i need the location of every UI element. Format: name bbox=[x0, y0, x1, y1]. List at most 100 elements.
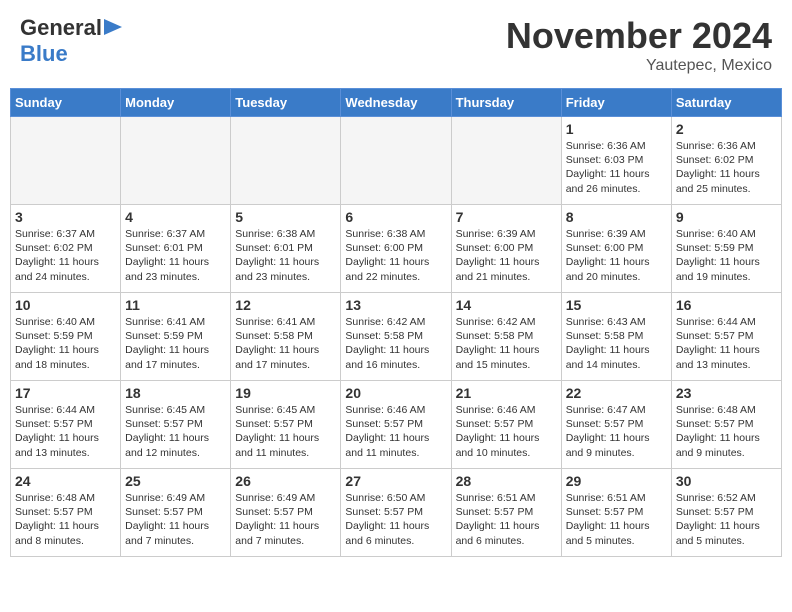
calendar-cell: 4 Sunrise: 6:37 AMSunset: 6:01 PMDaylight… bbox=[121, 205, 231, 293]
calendar-cell: 30 Sunrise: 6:52 AMSunset: 5:57 PMDayligh… bbox=[671, 469, 781, 557]
day-number: 1 bbox=[566, 121, 667, 137]
calendar-week-row: 24Sunrise: 6:48 AMSunset: 5:57 PMDayligh… bbox=[11, 469, 782, 557]
day-info: Sunrise: 6:45 AMSunset: 5:57 PMDaylight:… bbox=[125, 403, 226, 460]
day-info: Sunrise: 6:36 AMSunset: 6:02 PMDaylight:… bbox=[676, 139, 777, 196]
calendar-cell bbox=[11, 117, 121, 205]
calendar-table: SundayMondayTuesdayWednesdayThursdayFrid… bbox=[10, 88, 782, 557]
calendar-cell: 18 Sunrise: 6:45 AMSunset: 5:57 PMDayligh… bbox=[121, 381, 231, 469]
day-info: Sunrise: 6:52 AMSunset: 5:57 PMDaylight:… bbox=[676, 491, 777, 548]
calendar-week-row: 3Sunrise: 6:37 AMSunset: 6:02 PMDaylight… bbox=[11, 205, 782, 293]
calendar-header-sunday: Sunday bbox=[11, 89, 121, 117]
day-number: 7 bbox=[456, 209, 557, 225]
day-info: Sunrise: 6:39 AMSunset: 6:00 PMDaylight:… bbox=[456, 227, 557, 284]
calendar-cell: 17 Sunrise: 6:44 AMSunset: 5:57 PMDayligh… bbox=[11, 381, 121, 469]
calendar-cell bbox=[121, 117, 231, 205]
calendar-cell: 8 Sunrise: 6:39 AMSunset: 6:00 PMDaylight… bbox=[561, 205, 671, 293]
month-title: November 2024 bbox=[506, 15, 772, 57]
calendar-cell: 26Sunrise: 6:49 AMSunset: 5:57 PMDayligh… bbox=[231, 469, 341, 557]
logo-general-text: General bbox=[20, 15, 102, 41]
day-number: 14 bbox=[456, 297, 557, 313]
calendar-week-row: 17 Sunrise: 6:44 AMSunset: 5:57 PMDayligh… bbox=[11, 381, 782, 469]
logo: General Blue bbox=[20, 15, 122, 67]
day-info: Sunrise: 6:37 AMSunset: 6:02 PMDaylight:… bbox=[15, 227, 116, 284]
day-number: 20 bbox=[345, 385, 446, 401]
day-info: Sunrise: 6:37 AMSunset: 6:01 PMDaylight:… bbox=[125, 227, 226, 284]
day-number: 27 bbox=[345, 473, 446, 489]
day-number: 22 bbox=[566, 385, 667, 401]
day-info: Sunrise: 6:51 AMSunset: 5:57 PMDaylight:… bbox=[456, 491, 557, 548]
calendar-cell bbox=[451, 117, 561, 205]
calendar-cell: 9Sunrise: 6:40 AMSunset: 5:59 PMDaylight… bbox=[671, 205, 781, 293]
day-number: 12 bbox=[235, 297, 336, 313]
day-number: 26 bbox=[235, 473, 336, 489]
day-info: Sunrise: 6:42 AMSunset: 5:58 PMDaylight:… bbox=[456, 315, 557, 372]
calendar-cell: 25Sunrise: 6:49 AMSunset: 5:57 PMDayligh… bbox=[121, 469, 231, 557]
page-header: General Blue November 2024 Yautepec, Mex… bbox=[10, 10, 782, 80]
calendar-cell: 11 Sunrise: 6:41 AMSunset: 5:59 PMDayligh… bbox=[121, 293, 231, 381]
calendar-cell: 5Sunrise: 6:38 AMSunset: 6:01 PMDaylight… bbox=[231, 205, 341, 293]
calendar-cell: 16 Sunrise: 6:44 AMSunset: 5:57 PMDayligh… bbox=[671, 293, 781, 381]
calendar-cell: 10 Sunrise: 6:40 AMSunset: 5:59 PMDayligh… bbox=[11, 293, 121, 381]
calendar-cell: 1 Sunrise: 6:36 AMSunset: 6:03 PMDaylight… bbox=[561, 117, 671, 205]
day-number: 19 bbox=[235, 385, 336, 401]
day-number: 18 bbox=[125, 385, 226, 401]
calendar-cell: 2Sunrise: 6:36 AMSunset: 6:02 PMDaylight… bbox=[671, 117, 781, 205]
subtitle: Yautepec, Mexico bbox=[506, 57, 772, 75]
day-info: Sunrise: 6:43 AMSunset: 5:58 PMDaylight:… bbox=[566, 315, 667, 372]
calendar-header-tuesday: Tuesday bbox=[231, 89, 341, 117]
day-info: Sunrise: 6:50 AMSunset: 5:57 PMDaylight:… bbox=[345, 491, 446, 548]
calendar-week-row: 1 Sunrise: 6:36 AMSunset: 6:03 PMDaylight… bbox=[11, 117, 782, 205]
calendar-cell: 6 Sunrise: 6:38 AMSunset: 6:00 PMDaylight… bbox=[341, 205, 451, 293]
calendar-cell: 20 Sunrise: 6:46 AMSunset: 5:57 PMDayligh… bbox=[341, 381, 451, 469]
calendar-cell: 23 Sunrise: 6:48 AMSunset: 5:57 PMDayligh… bbox=[671, 381, 781, 469]
day-number: 29 bbox=[566, 473, 667, 489]
day-info: Sunrise: 6:44 AMSunset: 5:57 PMDaylight:… bbox=[15, 403, 116, 460]
calendar-cell: 29 Sunrise: 6:51 AMSunset: 5:57 PMDayligh… bbox=[561, 469, 671, 557]
day-number: 28 bbox=[456, 473, 557, 489]
day-info: Sunrise: 6:48 AMSunset: 5:57 PMDaylight:… bbox=[676, 403, 777, 460]
day-number: 4 bbox=[125, 209, 226, 225]
day-number: 11 bbox=[125, 297, 226, 313]
calendar-cell bbox=[231, 117, 341, 205]
calendar-cell: 28 Sunrise: 6:51 AMSunset: 5:57 PMDayligh… bbox=[451, 469, 561, 557]
day-info: Sunrise: 6:41 AMSunset: 5:59 PMDaylight:… bbox=[125, 315, 226, 372]
day-info: Sunrise: 6:42 AMSunset: 5:58 PMDaylight:… bbox=[345, 315, 446, 372]
day-info: Sunrise: 6:39 AMSunset: 6:00 PMDaylight:… bbox=[566, 227, 667, 284]
day-number: 16 bbox=[676, 297, 777, 313]
title-area: November 2024 Yautepec, Mexico bbox=[506, 15, 772, 75]
calendar-cell: 14 Sunrise: 6:42 AMSunset: 5:58 PMDayligh… bbox=[451, 293, 561, 381]
calendar-cell: 15 Sunrise: 6:43 AMSunset: 5:58 PMDayligh… bbox=[561, 293, 671, 381]
day-number: 13 bbox=[345, 297, 446, 313]
logo-blue-text: Blue bbox=[20, 41, 68, 67]
day-number: 10 bbox=[15, 297, 116, 313]
day-number: 17 bbox=[15, 385, 116, 401]
logo-triangle-icon bbox=[104, 19, 122, 35]
calendar-cell: 3Sunrise: 6:37 AMSunset: 6:02 PMDaylight… bbox=[11, 205, 121, 293]
day-info: Sunrise: 6:38 AMSunset: 6:00 PMDaylight:… bbox=[345, 227, 446, 284]
day-number: 23 bbox=[676, 385, 777, 401]
day-info: Sunrise: 6:44 AMSunset: 5:57 PMDaylight:… bbox=[676, 315, 777, 372]
day-info: Sunrise: 6:46 AMSunset: 5:57 PMDaylight:… bbox=[456, 403, 557, 460]
day-number: 8 bbox=[566, 209, 667, 225]
day-info: Sunrise: 6:40 AMSunset: 5:59 PMDaylight:… bbox=[15, 315, 116, 372]
day-info: Sunrise: 6:49 AMSunset: 5:57 PMDaylight:… bbox=[125, 491, 226, 548]
calendar-header-monday: Monday bbox=[121, 89, 231, 117]
day-info: Sunrise: 6:36 AMSunset: 6:03 PMDaylight:… bbox=[566, 139, 667, 196]
day-number: 24 bbox=[15, 473, 116, 489]
day-number: 15 bbox=[566, 297, 667, 313]
day-info: Sunrise: 6:47 AMSunset: 5:57 PMDaylight:… bbox=[566, 403, 667, 460]
calendar-body: 1 Sunrise: 6:36 AMSunset: 6:03 PMDaylight… bbox=[11, 117, 782, 557]
calendar-cell: 19Sunrise: 6:45 AMSunset: 5:57 PMDayligh… bbox=[231, 381, 341, 469]
calendar-cell: 12 Sunrise: 6:41 AMSunset: 5:58 PMDayligh… bbox=[231, 293, 341, 381]
day-number: 30 bbox=[676, 473, 777, 489]
day-info: Sunrise: 6:41 AMSunset: 5:58 PMDaylight:… bbox=[235, 315, 336, 372]
calendar-cell: 13 Sunrise: 6:42 AMSunset: 5:58 PMDayligh… bbox=[341, 293, 451, 381]
calendar-cell: 24Sunrise: 6:48 AMSunset: 5:57 PMDayligh… bbox=[11, 469, 121, 557]
calendar-week-row: 10 Sunrise: 6:40 AMSunset: 5:59 PMDayligh… bbox=[11, 293, 782, 381]
day-number: 6 bbox=[345, 209, 446, 225]
calendar-header-wednesday: Wednesday bbox=[341, 89, 451, 117]
day-info: Sunrise: 6:46 AMSunset: 5:57 PMDaylight:… bbox=[345, 403, 446, 460]
calendar-cell: 22 Sunrise: 6:47 AMSunset: 5:57 PMDayligh… bbox=[561, 381, 671, 469]
day-info: Sunrise: 6:40 AMSunset: 5:59 PMDaylight:… bbox=[676, 227, 777, 284]
day-info: Sunrise: 6:51 AMSunset: 5:57 PMDaylight:… bbox=[566, 491, 667, 548]
